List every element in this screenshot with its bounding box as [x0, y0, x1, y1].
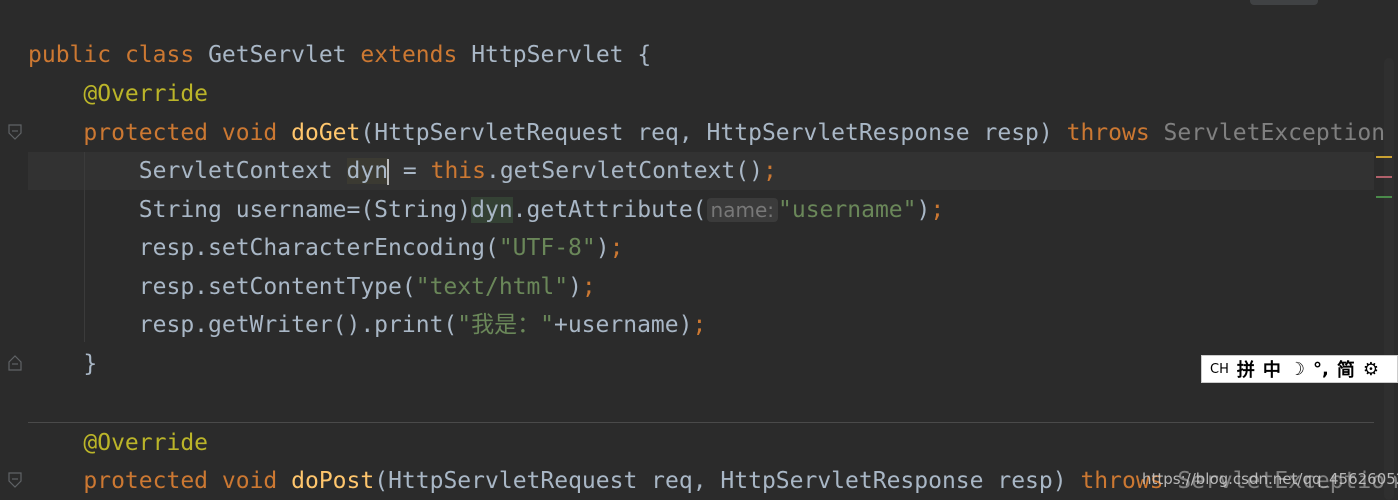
exception-type: ServletException: [1163, 120, 1386, 146]
keyword: protected: [83, 468, 209, 494]
variable-dyn: dyn: [471, 197, 513, 223]
vertical-scrollbar[interactable]: [1384, 58, 1394, 500]
method-name: doPost: [291, 468, 375, 494]
code-text: ): [568, 274, 582, 300]
semicolon: ;: [581, 274, 596, 300]
code-text: resp.getWriter().print(: [138, 312, 458, 338]
code-text: resp.setContentType(: [138, 274, 416, 300]
code-line[interactable]: @Override: [28, 424, 208, 462]
fold-end-icon[interactable]: [8, 355, 22, 371]
code-line[interactable]: @Override: [28, 75, 208, 113]
ime-language-button[interactable]: CH: [1210, 362, 1229, 377]
parameters: (HttpServletRequest req, HttpServletResp…: [374, 468, 1081, 494]
keyword: class: [124, 42, 195, 68]
code-line[interactable]: resp.setCharacterEncoding("UTF-8");: [28, 229, 624, 267]
brace: {: [637, 42, 652, 68]
parameters: (HttpServletRequest req, HttpServletResp…: [360, 120, 1067, 146]
gear-icon[interactable]: ⚙: [1363, 359, 1379, 380]
semicolon: ;: [762, 158, 777, 184]
code-line[interactable]: protected void doGet(HttpServletRequest …: [28, 114, 1385, 152]
class-name: GetServlet: [208, 42, 347, 68]
code-line-current[interactable]: ServletContext dyn = this.getServletCont…: [28, 152, 777, 190]
keyword: this: [430, 158, 486, 184]
half-width-moon-icon[interactable]: ☽: [1289, 359, 1305, 380]
code-text: resp.setCharacterEncoding(: [138, 235, 499, 261]
semicolon: ;: [609, 235, 624, 261]
code-line[interactable]: public class GetServlet extends HttpServ…: [28, 36, 651, 74]
annotation: @Override: [83, 430, 209, 456]
error-marker[interactable]: [1376, 176, 1392, 178]
method-separator: [28, 422, 1374, 423]
simplified-chinese-button[interactable]: 简: [1337, 356, 1355, 382]
parameter-hint: name:: [706, 198, 779, 222]
code-line[interactable]: }: [28, 345, 97, 383]
ime-mode-button[interactable]: 中: [1263, 356, 1281, 382]
code-text: ): [916, 197, 931, 223]
code-text: .getServletContext(): [485, 158, 763, 184]
parent-class: HttpServlet: [471, 42, 624, 68]
keyword: void: [221, 120, 278, 146]
keyword: void: [221, 468, 278, 494]
code-line[interactable]: String username=(String)dyn.getAttribute…: [28, 191, 944, 229]
punctuation-icon[interactable]: °,: [1313, 359, 1329, 380]
editor-gutter[interactable]: [0, 0, 28, 500]
code-text: ): [595, 235, 610, 261]
string-literal: "username": [778, 197, 917, 223]
semicolon: ;: [930, 197, 945, 223]
keyword: public: [28, 42, 112, 68]
error-stripe[interactable]: [1374, 0, 1398, 500]
keyword: extends: [360, 42, 458, 68]
code-text: =: [389, 158, 431, 184]
code-text: .getAttribute(: [512, 197, 707, 223]
fold-collapse-icon[interactable]: [8, 472, 22, 488]
string-literal: "UTF-8": [498, 235, 596, 261]
keyword: protected: [83, 120, 209, 146]
annotation: @Override: [83, 81, 209, 107]
type-name: ServletContext: [138, 158, 347, 184]
string-literal: "我是：": [457, 312, 554, 338]
code-line[interactable]: resp.setContentType("text/html");: [28, 268, 596, 306]
keyword: throws: [1066, 120, 1150, 146]
code-text: +username): [553, 312, 693, 338]
semicolon: ;: [692, 312, 707, 338]
method-name: doGet: [291, 120, 361, 146]
ime-pinyin-icon[interactable]: 拼: [1237, 356, 1255, 382]
change-marker[interactable]: [1376, 196, 1392, 198]
string-literal: "text/html": [415, 274, 569, 300]
brace: }: [83, 351, 98, 377]
watermark: https://blog.csdn.net/qq_45626052: [1142, 470, 1398, 488]
fold-collapse-icon[interactable]: [8, 124, 22, 140]
variable-dyn: dyn: [346, 158, 389, 184]
code-line[interactable]: resp.getWriter().print("我是："+username);: [28, 306, 707, 344]
ime-toolbar[interactable]: CH 拼 中 ☽ °, 简 ⚙: [1201, 355, 1398, 383]
warning-marker[interactable]: [1376, 156, 1392, 158]
editor-tab-handle[interactable]: [1250, 0, 1318, 5]
code-text: String username=(String): [138, 197, 472, 223]
